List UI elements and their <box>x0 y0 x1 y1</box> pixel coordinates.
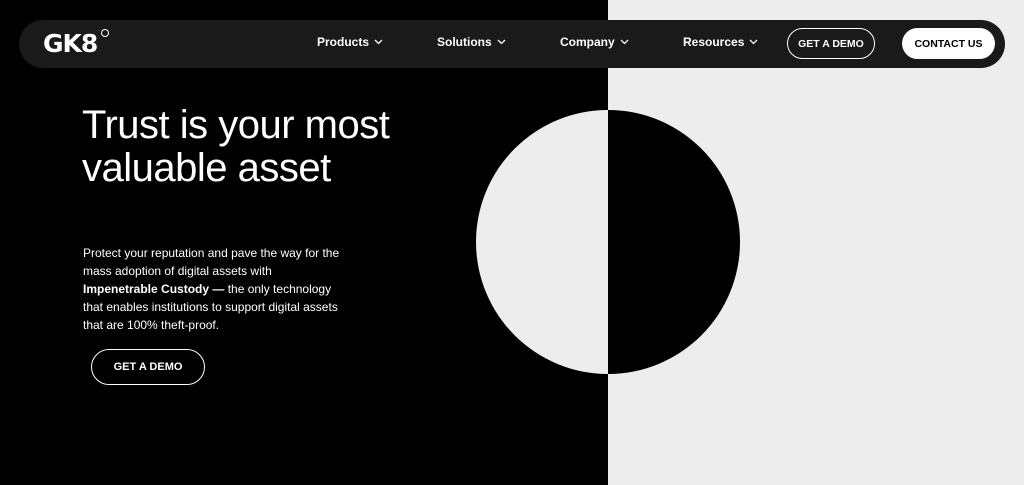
nav-item-label: Resources <box>683 35 745 49</box>
nav-item-label: Solutions <box>437 35 492 49</box>
nav-item-company[interactable]: Company <box>560 34 629 50</box>
contact-us-button[interactable]: CONTACT US <box>902 28 995 59</box>
logo-text: GK8 <box>43 29 98 58</box>
hero-description-highlight: Impenetrable Custody — <box>83 282 225 296</box>
gk8-logo[interactable]: GK8 <box>43 28 98 60</box>
top-navbar: GK8 Products Solutions Company Resources… <box>19 20 1005 68</box>
chevron-down-icon <box>497 39 506 45</box>
split-circle-graphic <box>476 110 740 374</box>
hero-get-demo-button[interactable]: GET A DEMO <box>91 349 205 385</box>
nav-item-label: Products <box>317 35 370 49</box>
chevron-down-icon <box>374 39 383 45</box>
hero-description: Protect your reputation and pave the way… <box>83 244 343 334</box>
hero-title: Trust is your most valuable asset <box>82 103 390 190</box>
nav-item-label: Company <box>560 35 615 49</box>
nav-item-solutions[interactable]: Solutions <box>437 34 506 50</box>
landing-page: GK8 Products Solutions Company Resources… <box>0 0 1024 485</box>
chevron-down-icon <box>749 39 758 45</box>
nav-get-demo-button[interactable]: GET A DEMO <box>787 28 875 59</box>
hero-description-intro: Protect your reputation and pave the way… <box>83 246 340 278</box>
nav-item-resources[interactable]: Resources <box>683 34 758 50</box>
circle-right-half <box>608 110 740 374</box>
logo-dot-icon <box>101 29 109 37</box>
circle-left-half <box>476 110 608 374</box>
chevron-down-icon <box>620 39 629 45</box>
nav-item-products[interactable]: Products <box>317 34 383 50</box>
